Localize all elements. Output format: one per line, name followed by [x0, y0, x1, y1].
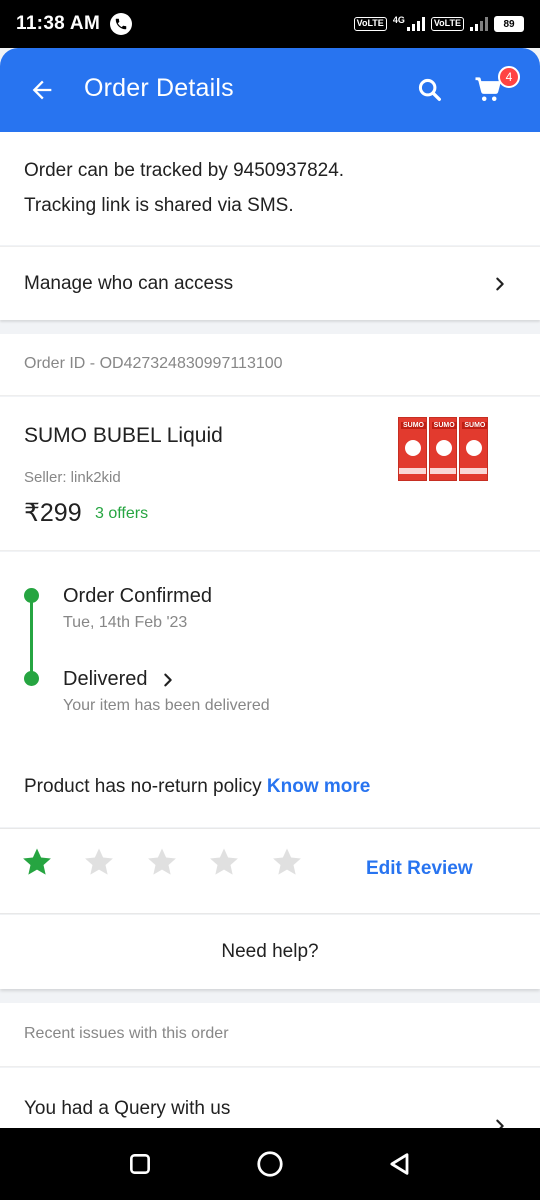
network-type: 4G: [392, 15, 405, 25]
tracking-info: Order can be tracked by 9450937824. Trac…: [0, 132, 540, 245]
product-pack: SUMO: [459, 417, 489, 481]
recent-issues-header: Recent issues with this order: [0, 1003, 540, 1067]
product-image[interactable]: SUMO SUMO SUMO: [398, 417, 489, 481]
system-nav-bar: [0, 1128, 540, 1200]
order-id-row: Order ID - OD427324830997113100: [0, 334, 540, 396]
star-icon-5[interactable]: [270, 845, 304, 879]
signal-icon: [406, 17, 425, 31]
product-pack: SUMO: [398, 417, 427, 481]
offers-link[interactable]: 3 offers: [95, 505, 148, 523]
need-help-label: Need help?: [221, 941, 319, 962]
status-bar: 11:38 AM VoLTE 4G VoLTE 89: [0, 0, 540, 48]
cart-count-badge: 4: [498, 66, 520, 88]
star-icon-2[interactable]: [82, 845, 116, 879]
manage-access-row[interactable]: Manage who can access: [0, 246, 540, 320]
status-time: 11:38 AM: [16, 13, 101, 34]
order-timeline: Order Confirmed Tue, 14th Feb '23 Delive…: [0, 552, 540, 827]
timeline-connector: [30, 596, 33, 680]
status-indicators: VoLTE 4G VoLTE 89: [353, 15, 524, 32]
product-pack: SUMO: [428, 417, 458, 481]
search-icon[interactable]: [412, 72, 448, 108]
edit-review-button[interactable]: Edit Review: [366, 858, 473, 880]
tracking-line-1: Order can be tracked by 9450937824.: [24, 160, 345, 181]
product-card[interactable]: SUMO BUBEL Liquid Seller: link2kid ₹299 …: [0, 397, 540, 551]
order-id: Order ID - OD427324830997113100: [24, 355, 283, 372]
call-icon: [110, 13, 133, 35]
signal-icon-2: [470, 17, 488, 31]
volte-badge-1: VoLTE: [353, 17, 387, 31]
step-subtitle-delivered: Your item has been delivered: [63, 697, 270, 714]
timeline-dot-delivered: [24, 671, 39, 686]
need-help-button[interactable]: Need help?: [0, 915, 540, 989]
volte-badge-2: VoLTE: [430, 17, 464, 31]
back-arrow-icon[interactable]: [24, 72, 60, 108]
page-title: Order Details: [84, 74, 234, 102]
return-policy: Product has no-return policy Know more: [24, 776, 370, 798]
back-icon[interactable]: [384, 1148, 416, 1180]
app-bar: Order Details: [0, 48, 540, 132]
product-price: ₹299: [24, 499, 82, 527]
rating-row: Edit Review: [0, 828, 540, 914]
return-policy-text: Product has no-return policy: [24, 776, 267, 797]
query-row[interactable]: You had a Query with us: [0, 1068, 540, 1133]
screen: 11:38 AM VoLTE 4G VoLTE 89 Order Details…: [0, 0, 540, 1200]
chevron-right-icon: [490, 274, 510, 294]
query-label: You had a Query with us: [24, 1098, 231, 1119]
step-title-delivered[interactable]: Delivered: [63, 668, 147, 691]
timeline-dot-confirmed: [24, 588, 39, 603]
step-date-confirmed: Tue, 14th Feb '23: [63, 614, 188, 631]
star-icon-4[interactable]: [207, 845, 241, 879]
recent-issues-label: Recent issues with this order: [24, 1025, 229, 1042]
step-title-confirmed: Order Confirmed: [63, 585, 212, 607]
star-icon-1[interactable]: [20, 845, 54, 879]
know-more-link[interactable]: Know more: [267, 776, 370, 797]
chevron-right-icon[interactable]: [158, 670, 178, 690]
product-name: SUMO BUBEL Liquid: [24, 424, 223, 447]
recent-apps-icon[interactable]: [124, 1148, 156, 1180]
home-icon[interactable]: [254, 1148, 286, 1180]
tracking-line-2: Tracking link is shared via SMS.: [24, 195, 294, 216]
battery-icon: 89: [494, 16, 524, 32]
seller-name: Seller: link2kid: [24, 469, 121, 486]
star-icon-3[interactable]: [145, 845, 179, 879]
manage-access-label: Manage who can access: [24, 273, 234, 294]
